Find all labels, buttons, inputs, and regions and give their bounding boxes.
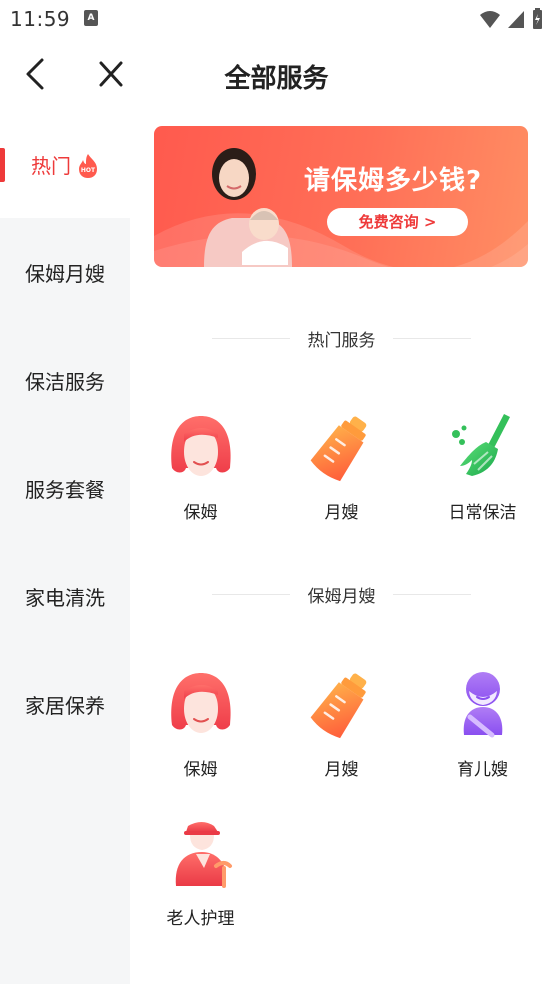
service-item-daily-cleaning[interactable]: 日常保洁 <box>412 412 553 523</box>
service-item-elderly-care[interactable]: 老人护理 <box>130 818 271 929</box>
sidebar-item-label: 家电清洗 <box>25 585 105 610</box>
sidebar-item-home-maintenance[interactable]: 家居保养 <box>0 650 130 758</box>
signal-icon <box>508 11 524 28</box>
sidebar-item-label: 家居保养 <box>25 693 105 718</box>
service-item-nanny[interactable]: 保姆 <box>130 412 271 523</box>
sidebar-item-packages[interactable]: 服务套餐 <box>0 434 130 542</box>
broom-icon <box>451 414 510 476</box>
hot-badge-text: HOT <box>81 167 96 174</box>
sidebar-item-label: 热门 <box>31 153 71 178</box>
banner-title: 请保姆多少钱? <box>304 166 483 196</box>
service-label: 育儿嫂 <box>457 760 508 780</box>
consult-banner[interactable]: 请保姆多少钱? 免费咨询 > <box>154 126 528 267</box>
section-divider <box>393 594 471 595</box>
section-divider <box>393 338 471 339</box>
service-label: 老人护理 <box>166 909 235 929</box>
service-item-nanny[interactable]: 保姆 <box>130 669 271 780</box>
battery-icon <box>533 8 542 29</box>
header: 全部服务 <box>0 38 553 110</box>
sidebar-item-hot[interactable]: 热门 HOT <box>0 110 130 218</box>
service-label: 日常保洁 <box>448 503 517 523</box>
service-label: 保姆 <box>183 760 218 780</box>
sidebar-item-label: 服务套餐 <box>25 477 105 502</box>
hot-flame-icon: HOT <box>79 154 97 178</box>
section-header-hot-services: 热门服务 <box>130 326 553 351</box>
service-item-maternity[interactable]: 月嫂 <box>271 669 412 780</box>
nanny-icon <box>170 673 231 733</box>
sidebar-item-appliance-cleaning[interactable]: 家电清洗 <box>0 542 130 650</box>
service-label: 月嫂 <box>324 503 359 523</box>
status-time: 11:59 <box>10 7 71 31</box>
elderly-care-icon <box>175 822 232 888</box>
baby-bottle-icon <box>310 673 366 739</box>
service-label: 月嫂 <box>324 760 359 780</box>
wifi-icon <box>480 11 500 28</box>
section-title: 热门服务 <box>307 331 376 351</box>
status-icons <box>479 8 543 30</box>
sidebar-item-label: 保洁服务 <box>25 369 105 394</box>
mother-baby-illustration <box>204 148 292 267</box>
status-bar: 11:59 A <box>0 0 553 38</box>
page-title: 全部服务 <box>224 64 329 94</box>
service-item-maternity[interactable]: 月嫂 <box>271 412 412 523</box>
section-divider <box>212 594 290 595</box>
section-divider <box>212 338 290 339</box>
sidebar-item-nanny-maternity[interactable]: 保姆月嫂 <box>0 218 130 326</box>
category-sidebar: 热门 HOT 保姆月嫂 保洁服务 服务套餐 家电清洗 家居保养 <box>0 110 130 984</box>
active-indicator <box>0 148 5 182</box>
service-label: 保姆 <box>183 503 218 523</box>
section-header-nanny-maternity: 保姆月嫂 <box>130 582 553 607</box>
sidebar-item-cleaning[interactable]: 保洁服务 <box>0 326 130 434</box>
baby-bottle-icon <box>310 416 366 482</box>
service-item-childcare[interactable]: 育儿嫂 <box>412 669 553 780</box>
sidebar-item-label: 保姆月嫂 <box>25 261 105 286</box>
free-consult-button[interactable]: 免费咨询 > <box>327 208 468 236</box>
nanny-icon <box>170 416 231 476</box>
service-content: 请保姆多少钱? 免费咨询 > 热门服务 保姆 月嫂 日常保洁 保姆月嫂 保姆 月… <box>130 110 553 984</box>
notification-icon: A <box>84 10 98 26</box>
childcare-icon <box>463 672 502 738</box>
section-title: 保姆月嫂 <box>307 587 376 607</box>
